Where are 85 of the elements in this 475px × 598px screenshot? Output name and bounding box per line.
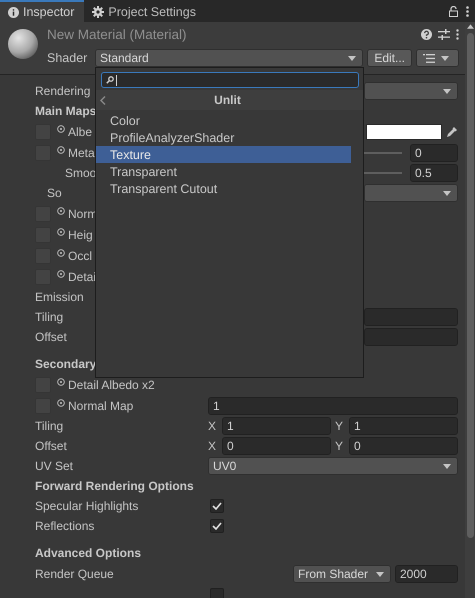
- gear-icon: [92, 6, 104, 18]
- number-field[interactable]: 0: [222, 437, 331, 455]
- target-icon[interactable]: [57, 378, 65, 386]
- checkbox[interactable]: [210, 499, 224, 513]
- number-field[interactable]: 2000: [395, 565, 458, 583]
- input-field[interactable]: [364, 328, 458, 346]
- scroll-up-icon[interactable]: [466, 24, 474, 29]
- field-label: Meta: [68, 146, 95, 160]
- section-heading: Advanced Options: [35, 546, 142, 560]
- search-icon: [106, 76, 114, 84]
- dropdown[interactable]: UV0: [208, 457, 458, 475]
- tab[interactable]: Inspector: [0, 0, 84, 22]
- field-label: Smoo: [65, 166, 96, 180]
- input-field[interactable]: 1: [208, 396, 458, 414]
- target-icon[interactable]: [57, 270, 65, 278]
- lock-icon[interactable]: [449, 6, 458, 16]
- dropdown-arrow-icon: [443, 190, 451, 196]
- shader-dropdown[interactable]: Standard: [95, 49, 364, 67]
- dropdown-arrow-icon: [348, 56, 356, 60]
- menu-heading: Unlit: [213, 93, 242, 107]
- target-icon[interactable]: [57, 146, 65, 154]
- field-label: Detai: [68, 270, 96, 284]
- field-label: So: [47, 186, 62, 200]
- sliders-icon[interactable]: [438, 28, 450, 40]
- target-icon[interactable]: [57, 206, 65, 214]
- menu-item[interactable]: Texture: [96, 146, 351, 163]
- caret-icon: [441, 56, 449, 60]
- number-field[interactable]: 0.5: [410, 164, 458, 182]
- color-swatch[interactable]: [366, 124, 442, 140]
- section-heading: Secondary: [35, 357, 96, 371]
- field-label: Emission: [35, 290, 84, 304]
- edit-button[interactable]: Edit...: [367, 49, 412, 67]
- field-label: Offset: [35, 439, 67, 453]
- material-title: New Material (Material): [47, 26, 187, 42]
- material-preview-sphere: [7, 28, 39, 60]
- list-menu-button[interactable]: [416, 49, 459, 67]
- menu-item[interactable]: ProfileAnalyzerShader: [96, 129, 351, 146]
- target-icon[interactable]: [57, 398, 65, 406]
- info-icon: [8, 6, 19, 18]
- field-label: Specular Highlights: [35, 499, 138, 513]
- list-icon: [423, 54, 435, 62]
- number-field[interactable]: 1: [222, 417, 331, 435]
- field-label: Tiling: [35, 310, 64, 324]
- target-icon[interactable]: [57, 248, 65, 256]
- target-icon[interactable]: [57, 124, 65, 132]
- field-label: Rendering: [35, 84, 90, 98]
- menu-item[interactable]: Transparent: [96, 163, 351, 180]
- menu-item[interactable]: Color: [96, 112, 351, 129]
- dropdown-arrow-icon: [443, 88, 451, 94]
- more-icon[interactable]: [456, 28, 459, 40]
- field-label: Shader: [47, 51, 88, 65]
- help-icon[interactable]: [421, 28, 432, 40]
- number-field[interactable]: 0: [349, 437, 458, 455]
- menu-item[interactable]: Transparent Cutout: [96, 180, 351, 197]
- axis-label: X: [208, 439, 218, 453]
- eyedropper-icon[interactable]: [446, 126, 458, 138]
- field-label: Normal Map: [68, 398, 134, 412]
- field-label: Render Queue: [35, 567, 114, 581]
- target-icon[interactable]: [57, 228, 65, 236]
- number-field[interactable]: 1: [349, 417, 458, 435]
- dropdown[interactable]: From Shader: [293, 565, 391, 583]
- field-label: UV Set: [35, 459, 74, 473]
- section-heading: Forward Rendering Options: [35, 479, 194, 493]
- field-label: Heig: [68, 228, 93, 242]
- axis-label: Y: [335, 439, 344, 453]
- dropdown-arrow-icon: [376, 572, 384, 576]
- field-label: Tiling: [35, 419, 64, 433]
- axis-label: X: [208, 419, 218, 433]
- field-label: Occl: [68, 248, 92, 262]
- tab[interactable]: Project Settings: [84, 0, 206, 22]
- back-chevron-icon[interactable]: [100, 96, 106, 104]
- more-icon[interactable]: [466, 6, 469, 16]
- axis-label: Y: [335, 419, 344, 433]
- search-field[interactable]: [101, 72, 359, 88]
- field-label: Offset: [35, 330, 67, 344]
- scrollbar-thumb[interactable]: [466, 33, 474, 538]
- input-field[interactable]: [364, 308, 458, 326]
- number-field[interactable]: 0: [410, 144, 458, 162]
- checkbox[interactable]: [210, 519, 224, 533]
- dropdown-arrow-icon: [443, 464, 451, 468]
- section-heading: Main Maps: [35, 104, 96, 118]
- field-label: Reflections: [35, 519, 94, 533]
- checkbox[interactable]: [210, 588, 224, 598]
- field-label: Albe: [68, 124, 92, 138]
- field-label: Detail Albedo x2: [68, 378, 155, 392]
